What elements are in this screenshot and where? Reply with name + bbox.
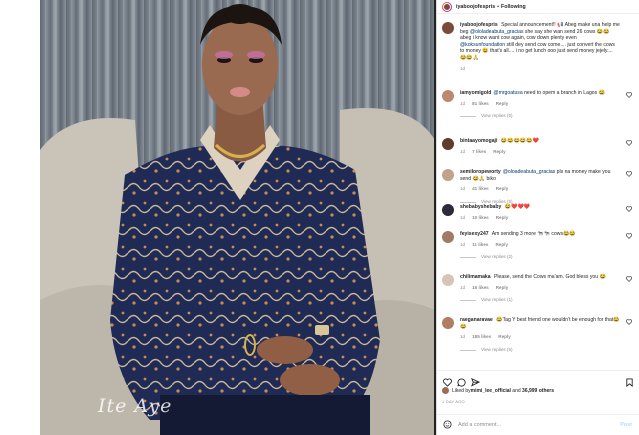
photo-illustration [40,0,435,435]
comment-username[interactable]: feyisexy247 [460,231,489,237]
post-photo[interactable]: Ite Aye [40,0,435,435]
comment-avatar[interactable] [442,274,454,286]
comment-time: 1d [460,334,466,340]
comment-avatar[interactable] [442,90,454,102]
separator-dot: • [497,3,500,10]
post-date: 1 DAY AGO [442,399,465,404]
reply-button[interactable]: Reply [496,215,509,222]
comment-item: feyisexy247 Am sending 3 more 🐄🐄 cows😂😂 … [442,231,636,261]
comment-item: shebabyshebaby 😂❤️❤️❤️ 1d 10 likes Reply [442,204,636,221]
comment-time: 1d [460,186,466,192]
comment-time: 1d [460,100,466,106]
comment-username[interactable]: semiloropeworty [460,169,501,175]
comment-time: 1d [460,214,466,220]
comment-text: 😂😂😂😂😂❤️ [499,138,539,144]
like-comment-heart-icon[interactable] [626,92,632,98]
comment-likes[interactable]: 81 likes [472,101,489,108]
comment-likes[interactable]: 41 likes [472,186,489,193]
comment-text: Please, send the Cows ma'am. God bless y… [492,274,606,280]
comment-time: 1d [460,284,466,290]
likes-summary: Liked by mimi_lee_official and 36,999 ot… [442,387,554,394]
view-replies-button[interactable]: View replies (1) [481,297,513,304]
caption-avatar[interactable] [442,22,454,34]
comment-likes[interactable]: 16 likes [472,285,489,292]
like-comment-heart-icon[interactable] [626,276,632,282]
comment-avatar[interactable] [442,231,454,243]
comment-username[interactable]: bintaayomogaji [460,138,497,144]
comment-item: raeganaravae 😂Tag Y best friend one woul… [442,317,636,353]
liker-avatar [442,387,449,394]
post-sidebar: iyaboojofespris • Following iyaboojofesp… [436,0,639,435]
photo-watermark: Ite Aye [98,395,173,417]
comment-mention[interactable]: @mrgoatusa [493,90,522,96]
like-comment-heart-icon[interactable] [626,140,632,146]
caption-mention[interactable]: @ololadeabuta_gracias [469,29,524,35]
comment-bubble-icon[interactable] [457,374,466,387]
comment-time: 1d [460,241,466,247]
comment-text: need to opem a branch in Lagos 😂 [522,90,605,96]
comments-list[interactable]: iyaboojofespris Special announcement!! 📢… [437,14,639,370]
caption-time: 1d [460,65,466,71]
comment-likes[interactable]: 185 likes [472,334,491,341]
comment-avatar[interactable] [442,169,454,181]
save-bookmark-icon[interactable] [625,374,634,388]
comment-item: semiloropeworty @oloadeabuta_gracias pls … [442,169,636,205]
reply-button[interactable]: Reply [495,242,508,249]
comment-likes[interactable]: 10 likes [472,215,489,222]
comment-username[interactable]: iamyomigold [460,90,491,96]
comment-likes[interactable]: 11 likes [472,242,488,249]
post-media-panel: Ite Aye [0,0,436,435]
likes-middle: and [510,387,523,394]
comment-mention[interactable]: @oloadeabuta_gracias [503,169,555,175]
action-bar [437,370,639,388]
share-paper-plane-icon[interactable] [471,374,481,387]
add-comment-bar: Post [437,414,639,435]
comment-avatar[interactable] [442,317,454,329]
following-button[interactable]: Following [501,4,526,10]
like-heart-icon[interactable] [443,374,452,387]
caption: iyaboojofespris Special announcement!! 📢… [442,22,636,72]
reply-button[interactable]: Reply [493,149,506,156]
post-comment-button[interactable]: Post [620,422,632,428]
liker-username[interactable]: mimi_lee_official [471,388,511,394]
comment-item: chilimamaka Please, send the Cows ma'am.… [442,274,636,304]
view-replies-button[interactable]: View replies (2) [481,254,513,261]
author-avatar[interactable] [442,1,452,12]
like-comment-heart-icon[interactable] [626,319,632,325]
comment-username[interactable]: shebabyshebaby [460,204,501,210]
emoji-smiley-icon[interactable] [443,416,452,434]
like-comment-heart-icon[interactable] [626,206,632,212]
likes-prefix: Liked by [452,387,471,394]
reply-button[interactable]: Reply [496,285,509,292]
view-replies-button[interactable]: View replies (5) [481,113,513,120]
like-comment-heart-icon[interactable] [626,233,632,239]
likes-count[interactable]: 36,999 others [522,388,554,394]
comment-avatar[interactable] [442,138,454,150]
caption-username[interactable]: iyaboojofespris [460,22,498,28]
reply-button[interactable]: Reply [496,101,509,108]
comment-item: bintaayomogaji 😂😂😂😂😂❤️ 1d 7 likes Reply [442,138,636,155]
post-header: iyaboojofespris • Following [437,0,639,14]
reply-button[interactable]: Reply [496,186,509,193]
comment-text: 😂❤️❤️❤️ [503,204,531,210]
comment-time: 1d [460,148,466,154]
view-replies-button[interactable]: View replies (5) [481,347,513,354]
caption-mention-2[interactable]: @koksunfoundation [460,42,505,48]
author-username[interactable]: iyaboojofespris [456,4,495,10]
like-comment-heart-icon[interactable] [626,171,632,177]
comment-avatar[interactable] [442,204,454,216]
comment-username[interactable]: raeganaravae [460,317,493,323]
add-comment-input[interactable] [458,422,608,428]
comment-item: iamyomigold @mrgoatusa need to opem a bra… [442,90,636,120]
comment-likes[interactable]: 7 likes [472,149,486,156]
comment-username[interactable]: chilimamaka [460,274,491,280]
reply-button[interactable]: Reply [498,334,511,341]
comment-text: Am sending 3 more 🐄🐄 cows😂😂 [490,231,576,237]
